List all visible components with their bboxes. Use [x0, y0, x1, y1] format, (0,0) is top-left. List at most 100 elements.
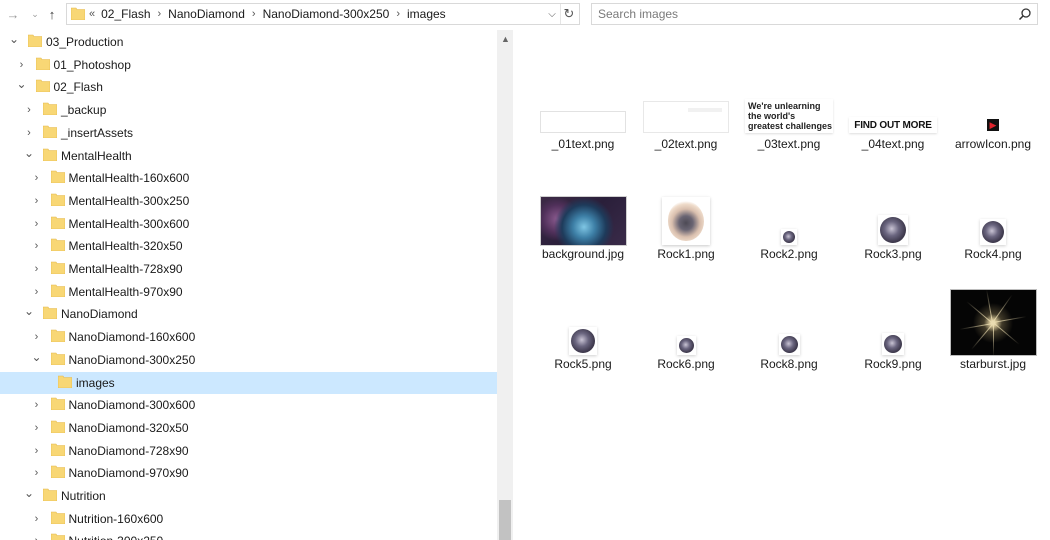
tree-item[interactable]: ⌄ MentalHealth	[0, 145, 497, 167]
expand-chevron-icon[interactable]: ›	[31, 466, 43, 480]
breadcrumb-separator-icon[interactable]: ›	[396, 8, 400, 20]
expand-chevron-icon[interactable]: ›	[31, 421, 43, 435]
file-thumbnail	[636, 155, 736, 245]
tree-item[interactable]: › _backup	[0, 99, 497, 121]
tree-item[interactable]: › _insertAssets	[0, 122, 497, 144]
file-item[interactable]: Rock6.png	[636, 265, 736, 371]
tree-item[interactable]: ⌄ 03_Production	[0, 31, 497, 53]
navigation-scrollbar[interactable]: ▲	[497, 30, 513, 540]
tree-item[interactable]: images	[0, 371, 497, 394]
file-item[interactable]: _02text.png	[636, 45, 736, 151]
rock-thumbnail	[878, 215, 908, 245]
breadcrumb-item[interactable]: 02_Flash	[101, 7, 150, 21]
expand-chevron-icon[interactable]: ›	[31, 512, 43, 526]
breadcrumb-separator-icon[interactable]: ›	[252, 8, 256, 20]
tree-item[interactable]: › MentalHealth-728x90	[0, 258, 497, 280]
folder-icon	[50, 193, 65, 209]
file-item[interactable]: We're unlearning the world's greatest chal…	[739, 45, 839, 151]
tree-item[interactable]: ⌄ 02_Flash	[0, 76, 497, 98]
tree-item[interactable]: › MentalHealth-970x90	[0, 281, 497, 303]
refresh-icon[interactable]: ↻	[560, 4, 577, 24]
file-name: background.jpg	[541, 247, 625, 261]
expand-chevron-icon[interactable]: ›	[31, 262, 43, 276]
tree-item[interactable]: › 01_Photoshop	[0, 54, 497, 76]
file-thumbnail	[943, 265, 1043, 355]
collapse-chevron-icon[interactable]: ⌄	[8, 32, 20, 46]
file-item[interactable]: ▶ arrowIcon.png	[943, 45, 1043, 151]
expand-chevron-icon[interactable]: ›	[31, 217, 43, 231]
tree-item-label: MentalHealth-728x90	[68, 262, 183, 276]
breadcrumb-separator-icon[interactable]: ›	[158, 8, 162, 20]
scrollbar-thumb[interactable]	[499, 500, 511, 540]
file-item[interactable]: Rock3.png	[843, 155, 943, 261]
file-item[interactable]: _01text.png	[533, 45, 633, 151]
folder-icon	[70, 7, 86, 23]
expand-chevron-icon[interactable]: ›	[16, 58, 28, 72]
tree-item[interactable]: › NanoDiamond-160x600	[0, 326, 497, 348]
collapse-chevron-icon[interactable]: ⌄	[23, 486, 35, 500]
address-bar[interactable]: « 02_Flash › NanoDiamond › NanoDiamond-300x2…	[66, 3, 580, 25]
expand-chevron-icon[interactable]: ›	[31, 171, 43, 185]
tree-item[interactable]: › NanoDiamond-728x90	[0, 440, 497, 462]
folder-icon	[50, 170, 65, 186]
collapse-chevron-icon[interactable]: ⌄	[31, 350, 43, 364]
back-arrow-icon[interactable]: →	[5, 5, 21, 23]
expand-chevron-icon[interactable]: ›	[31, 444, 43, 458]
tree-item[interactable]: › MentalHealth-300x600	[0, 213, 497, 235]
file-item[interactable]: Rock1.png	[636, 155, 736, 261]
folder-icon	[35, 57, 50, 73]
tree-item[interactable]: › MentalHealth-320x50	[0, 235, 497, 257]
collapse-chevron-icon[interactable]: ⌄	[16, 77, 28, 91]
tree-item[interactable]: › NanoDiamond-300x600	[0, 394, 497, 416]
tree-item[interactable]: › MentalHealth-300x250	[0, 190, 497, 212]
address-dropdown-icon[interactable]: ⌵	[545, 4, 559, 24]
tree-item[interactable]: › NanoDiamond-970x90	[0, 462, 497, 484]
breadcrumb-overflow[interactable]: «	[89, 8, 95, 20]
tree-item[interactable]: ⌄ NanoDiamond	[0, 303, 497, 325]
recent-locations-chevron-icon[interactable]: ⌄	[27, 5, 43, 23]
tree-item[interactable]: › Nutrition-160x600	[0, 508, 497, 530]
breadcrumb-item[interactable]: NanoDiamond	[168, 7, 245, 21]
file-name: Rock4.png	[964, 247, 1022, 261]
file-item[interactable]: background.jpg	[533, 155, 633, 261]
expand-chevron-icon[interactable]: ›	[31, 534, 43, 540]
expand-chevron-icon[interactable]: ›	[23, 126, 35, 140]
tree-item[interactable]: › Nutrition-300x250	[0, 530, 497, 540]
file-thumbnail	[843, 265, 943, 355]
expand-chevron-icon[interactable]: ›	[31, 239, 43, 253]
collapse-chevron-icon[interactable]: ⌄	[23, 146, 35, 160]
file-item[interactable]: Rock9.png	[843, 265, 943, 371]
tree-item[interactable]: › NanoDiamond-320x50	[0, 417, 497, 439]
file-item[interactable]: Rock4.png	[943, 155, 1043, 261]
collapse-chevron-icon[interactable]: ⌄	[23, 304, 35, 318]
tree-item[interactable]: ⌄ Nutrition	[0, 485, 497, 507]
breadcrumb-item[interactable]: images	[407, 7, 446, 21]
file-item[interactable]: Rock2.png	[739, 155, 839, 261]
expand-chevron-icon[interactable]: ›	[23, 103, 35, 117]
tree-item-label: NanoDiamond-728x90	[68, 443, 189, 458]
tree-item-label: 03_Production	[46, 35, 124, 49]
scroll-up-icon[interactable]: ▲	[501, 34, 510, 44]
file-item[interactable]: Rock8.png	[739, 265, 839, 371]
tree-item[interactable]: ⌄ NanoDiamond-300x250	[0, 349, 497, 371]
tree-item[interactable]: › MentalHealth-160x600	[0, 167, 497, 189]
file-thumbnail: We're unlearning the world's greatest chal…	[739, 45, 839, 135]
rock-graphic	[884, 335, 902, 353]
search-input[interactable]	[598, 6, 998, 22]
search-icon[interactable]	[1018, 7, 1032, 24]
file-item[interactable]: Rock5.png	[533, 265, 633, 371]
breadcrumb-item[interactable]: NanoDiamond-300x250	[263, 7, 390, 21]
expand-chevron-icon[interactable]: ›	[31, 285, 43, 299]
expand-chevron-icon[interactable]: ›	[31, 330, 43, 344]
folder-icon	[50, 284, 65, 300]
file-item[interactable]: FIND OUT MORE _04text.png	[843, 45, 943, 151]
tree-item-label: Nutrition-160x600	[68, 511, 164, 526]
up-arrow-icon[interactable]: ↑	[44, 5, 60, 23]
search-box[interactable]	[591, 3, 1038, 25]
tree-item-label: 01_Photoshop	[53, 57, 131, 72]
expand-chevron-icon[interactable]: ›	[31, 194, 43, 208]
expand-chevron-icon[interactable]: ›	[31, 398, 43, 412]
tree-item-label: MentalHealth-300x250	[68, 193, 190, 208]
folder-icon	[50, 420, 65, 436]
file-item[interactable]: starburst.jpg	[943, 265, 1043, 371]
